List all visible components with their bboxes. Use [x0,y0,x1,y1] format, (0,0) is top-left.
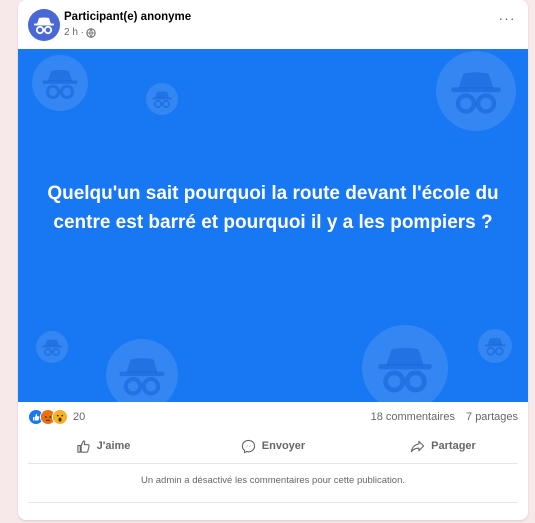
globe-icon [86,27,96,38]
comment-share-counts: 18 commentaires 7 partages [363,411,518,423]
share-button[interactable]: Partager [358,432,528,460]
post-header: Participant(e) anonyme 2 h · ··· [18,0,528,48]
comments-disabled-notice: Un admin a désactivé les commentaires po… [140,475,406,486]
shares-count[interactable]: 7 partages [466,411,518,423]
reaction-count: 20 [73,411,86,423]
like-label: J'aime [96,440,131,452]
like-button[interactable]: J'aime [18,432,188,460]
post-card: Participant(e) anonyme 2 h · ··· Quelqu'… [18,0,528,520]
author-name[interactable]: Participant(e) anonyme [64,11,191,23]
bg-anonymous-icon-1 [32,55,88,111]
send-button[interactable]: Envoyer [188,432,358,460]
thumbs-up-icon [76,439,90,453]
anonymous-avatar-icon[interactable] [28,9,60,41]
reactions-summary[interactable]: 20 [28,409,85,425]
post-stats: 20 18 commentaires 7 partages [18,405,528,427]
bg-anonymous-icon-4 [36,331,68,363]
post-time[interactable]: 2 h · [64,27,84,38]
share-arrow-icon [411,440,425,452]
comments-count[interactable]: 18 commentaires [371,411,455,423]
wow-reaction-icon [52,409,68,425]
post-text: Quelqu'un sait pourquoi la route devant … [47,183,499,233]
bg-anonymous-icon-3 [436,51,516,131]
bg-anonymous-icon-2 [146,83,178,115]
bg-anonymous-icon-7 [478,329,512,363]
more-icon[interactable]: ··· [498,11,516,30]
comment-area [28,502,518,523]
share-label: Partager [431,440,476,452]
post-actions: J'aime Envoyer Partager [18,432,528,460]
messenger-icon [241,439,255,454]
divider [28,463,518,464]
post-banner: Quelqu'un sait pourquoi la route devant … [18,49,528,402]
bg-anonymous-icon-5 [106,339,178,402]
post-meta: 2 h · [64,27,96,38]
bg-anonymous-icon-6 [362,325,448,402]
send-label: Envoyer [261,440,306,452]
